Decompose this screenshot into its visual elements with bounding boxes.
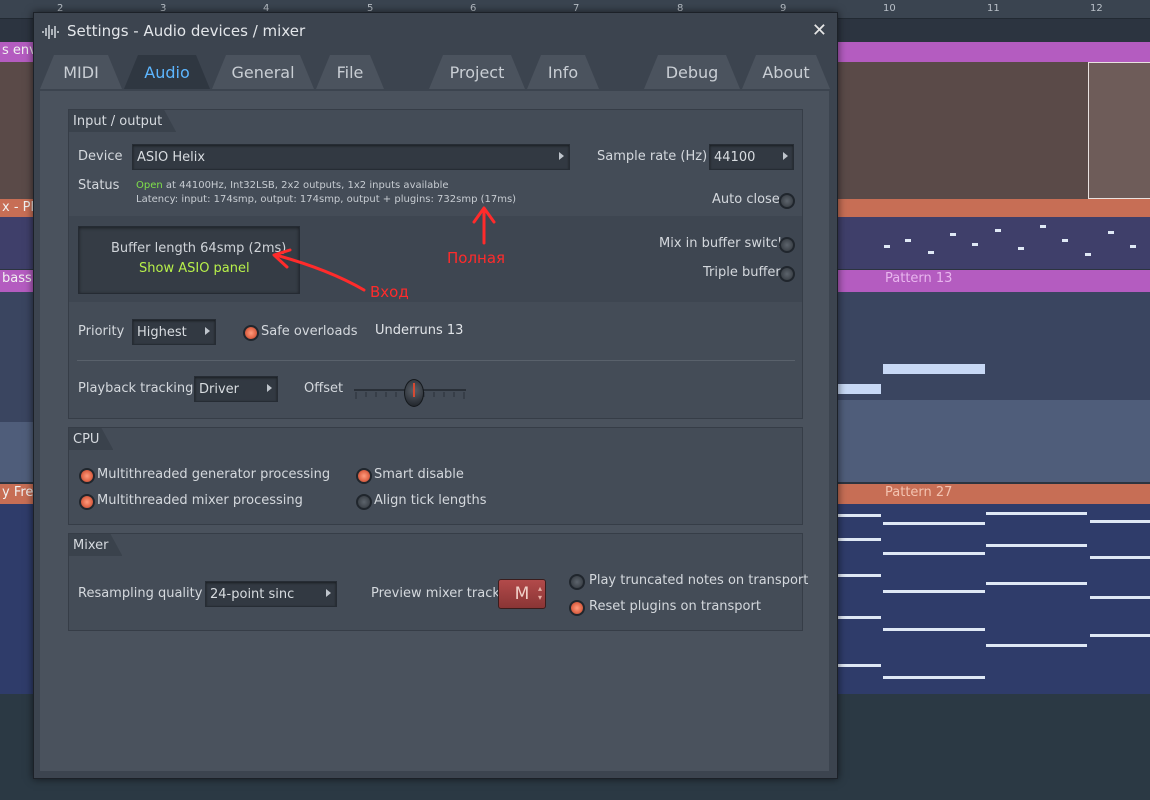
- mt-generator-radio[interactable]: [79, 468, 95, 484]
- smart-disable-label: Smart disable: [374, 467, 464, 482]
- playback-tracking-dropdown[interactable]: Driver: [194, 376, 278, 402]
- mt-generator-label: Multithreaded generator processing: [97, 467, 331, 482]
- priority-label: Priority: [78, 324, 125, 339]
- chevron-right-icon: [559, 152, 564, 160]
- preview-mixer-value: M: [514, 584, 530, 604]
- chevron-right-icon: [205, 327, 210, 335]
- priority-value: Highest: [137, 324, 187, 340]
- preview-mixer-track-button[interactable]: M ▴ ▾: [498, 579, 546, 609]
- section-cpu: CPU Multithreaded generator processing M…: [68, 427, 803, 525]
- tab-audio[interactable]: Audio: [124, 55, 210, 89]
- chevron-right-icon: [783, 152, 788, 160]
- playback-tracking-value: Driver: [199, 381, 240, 397]
- sample-rate-dropdown[interactable]: 44100: [709, 144, 794, 170]
- pattern-label: Pattern 27: [885, 485, 953, 500]
- play-truncated-radio[interactable]: [569, 574, 585, 590]
- mix-in-buffer-label: Mix in buffer switch: [659, 236, 787, 251]
- smart-disable-radio[interactable]: [356, 468, 372, 484]
- buffer-band: Buffer length 64smp (2ms) Show ASIO pane…: [69, 216, 802, 302]
- sample-rate-value: 44100: [714, 149, 756, 165]
- resampling-label: Resampling quality: [78, 586, 203, 601]
- tab-project[interactable]: Project: [429, 55, 525, 89]
- mt-mixer-label: Multithreaded mixer processing: [97, 493, 303, 508]
- auto-close-radio[interactable]: [779, 193, 795, 209]
- section-header: Mixer: [69, 534, 122, 556]
- divider: [77, 360, 795, 361]
- mt-mixer-radio[interactable]: [79, 494, 95, 510]
- offset-knob[interactable]: [404, 379, 424, 407]
- offset-slider[interactable]: [354, 379, 466, 407]
- section-input-output: Input / output Device ASIO Helix Sample …: [68, 109, 803, 419]
- tab-general[interactable]: General: [212, 55, 314, 89]
- safe-overloads-radio[interactable]: [243, 325, 259, 341]
- tab-about[interactable]: About: [742, 55, 830, 89]
- latency-text: Latency: input: 174smp, output: 174smp, …: [136, 194, 517, 205]
- tab-file[interactable]: File: [316, 55, 384, 89]
- pattern-label: Pattern 13: [885, 271, 953, 286]
- tab-bar: MIDI Audio General File Project Info Deb…: [34, 51, 837, 91]
- show-asio-panel-link[interactable]: Show ASIO panel: [139, 261, 250, 276]
- triple-buffer-radio[interactable]: [779, 266, 795, 282]
- spin-arrows-icon: ▴ ▾: [537, 584, 542, 602]
- track-label: bass: [2, 271, 32, 286]
- tab-info[interactable]: Info: [527, 55, 599, 89]
- preview-mixer-label: Preview mixer track: [371, 586, 500, 601]
- settings-dialog: Settings - Audio devices / mixer ✕ MIDI …: [33, 12, 838, 779]
- resampling-dropdown[interactable]: 24-point sinc: [205, 581, 337, 607]
- close-icon[interactable]: ✕: [812, 20, 827, 41]
- annotation-full: Полная: [447, 249, 506, 267]
- triple-buffer-label: Triple buffer: [703, 265, 781, 280]
- play-truncated-label: Play truncated notes on transport: [589, 573, 809, 588]
- playback-tracking-label: Playback tracking: [78, 381, 194, 396]
- align-tick-label: Align tick lengths: [374, 493, 487, 508]
- underruns-counter: Underruns 13: [375, 323, 464, 338]
- section-header: CPU: [69, 428, 113, 450]
- status-label: Status: [78, 178, 120, 193]
- tab-content: Input / output Device ASIO Helix Sample …: [40, 91, 829, 771]
- buffer-length: Buffer length 64smp (2ms): [111, 241, 287, 256]
- device-label: Device: [78, 149, 123, 164]
- status-open: Open: [136, 180, 163, 191]
- section-header: Input / output: [69, 110, 176, 132]
- sample-rate-label: Sample rate (Hz): [597, 149, 708, 164]
- track-label: y Fre: [2, 485, 34, 500]
- device-dropdown[interactable]: ASIO Helix: [132, 144, 570, 170]
- tab-debug[interactable]: Debug: [644, 55, 740, 89]
- ruler-number: 11: [987, 3, 1000, 14]
- offset-label: Offset: [304, 381, 344, 396]
- reset-plugins-label: Reset plugins on transport: [589, 599, 761, 614]
- ruler-number: 10: [883, 3, 896, 14]
- device-value: ASIO Helix: [137, 149, 206, 165]
- resampling-value: 24-point sinc: [210, 586, 295, 602]
- section-mixer: Mixer Resampling quality 24-point sinc P…: [68, 533, 808, 631]
- title-bar[interactable]: Settings - Audio devices / mixer ✕: [34, 13, 837, 51]
- annotation-input: Вход: [370, 283, 409, 301]
- chevron-right-icon: [326, 589, 331, 597]
- tab-midi[interactable]: MIDI: [40, 55, 122, 89]
- chevron-right-icon: [267, 384, 272, 392]
- waveform-icon: [42, 25, 59, 39]
- status-text: Open at 44100Hz, Int32LSB, 2x2 outputs, …: [136, 180, 449, 191]
- priority-dropdown[interactable]: Highest: [132, 319, 216, 345]
- safe-overloads-label: Safe overloads: [261, 324, 358, 339]
- auto-close-label: Auto close: [712, 192, 780, 207]
- track-label: s env: [2, 43, 37, 58]
- ruler-number: 12: [1090, 3, 1103, 14]
- align-tick-radio[interactable]: [356, 494, 372, 510]
- buffer-panel[interactable]: Buffer length 64smp (2ms) Show ASIO pane…: [78, 226, 300, 294]
- mix-in-buffer-radio[interactable]: [779, 237, 795, 253]
- reset-plugins-radio[interactable]: [569, 600, 585, 616]
- track-label: x - Pl: [2, 200, 35, 215]
- dialog-title: Settings - Audio devices / mixer: [67, 22, 306, 40]
- status-details: at 44100Hz, Int32LSB, 2x2 outputs, 1x2 i…: [162, 180, 449, 191]
